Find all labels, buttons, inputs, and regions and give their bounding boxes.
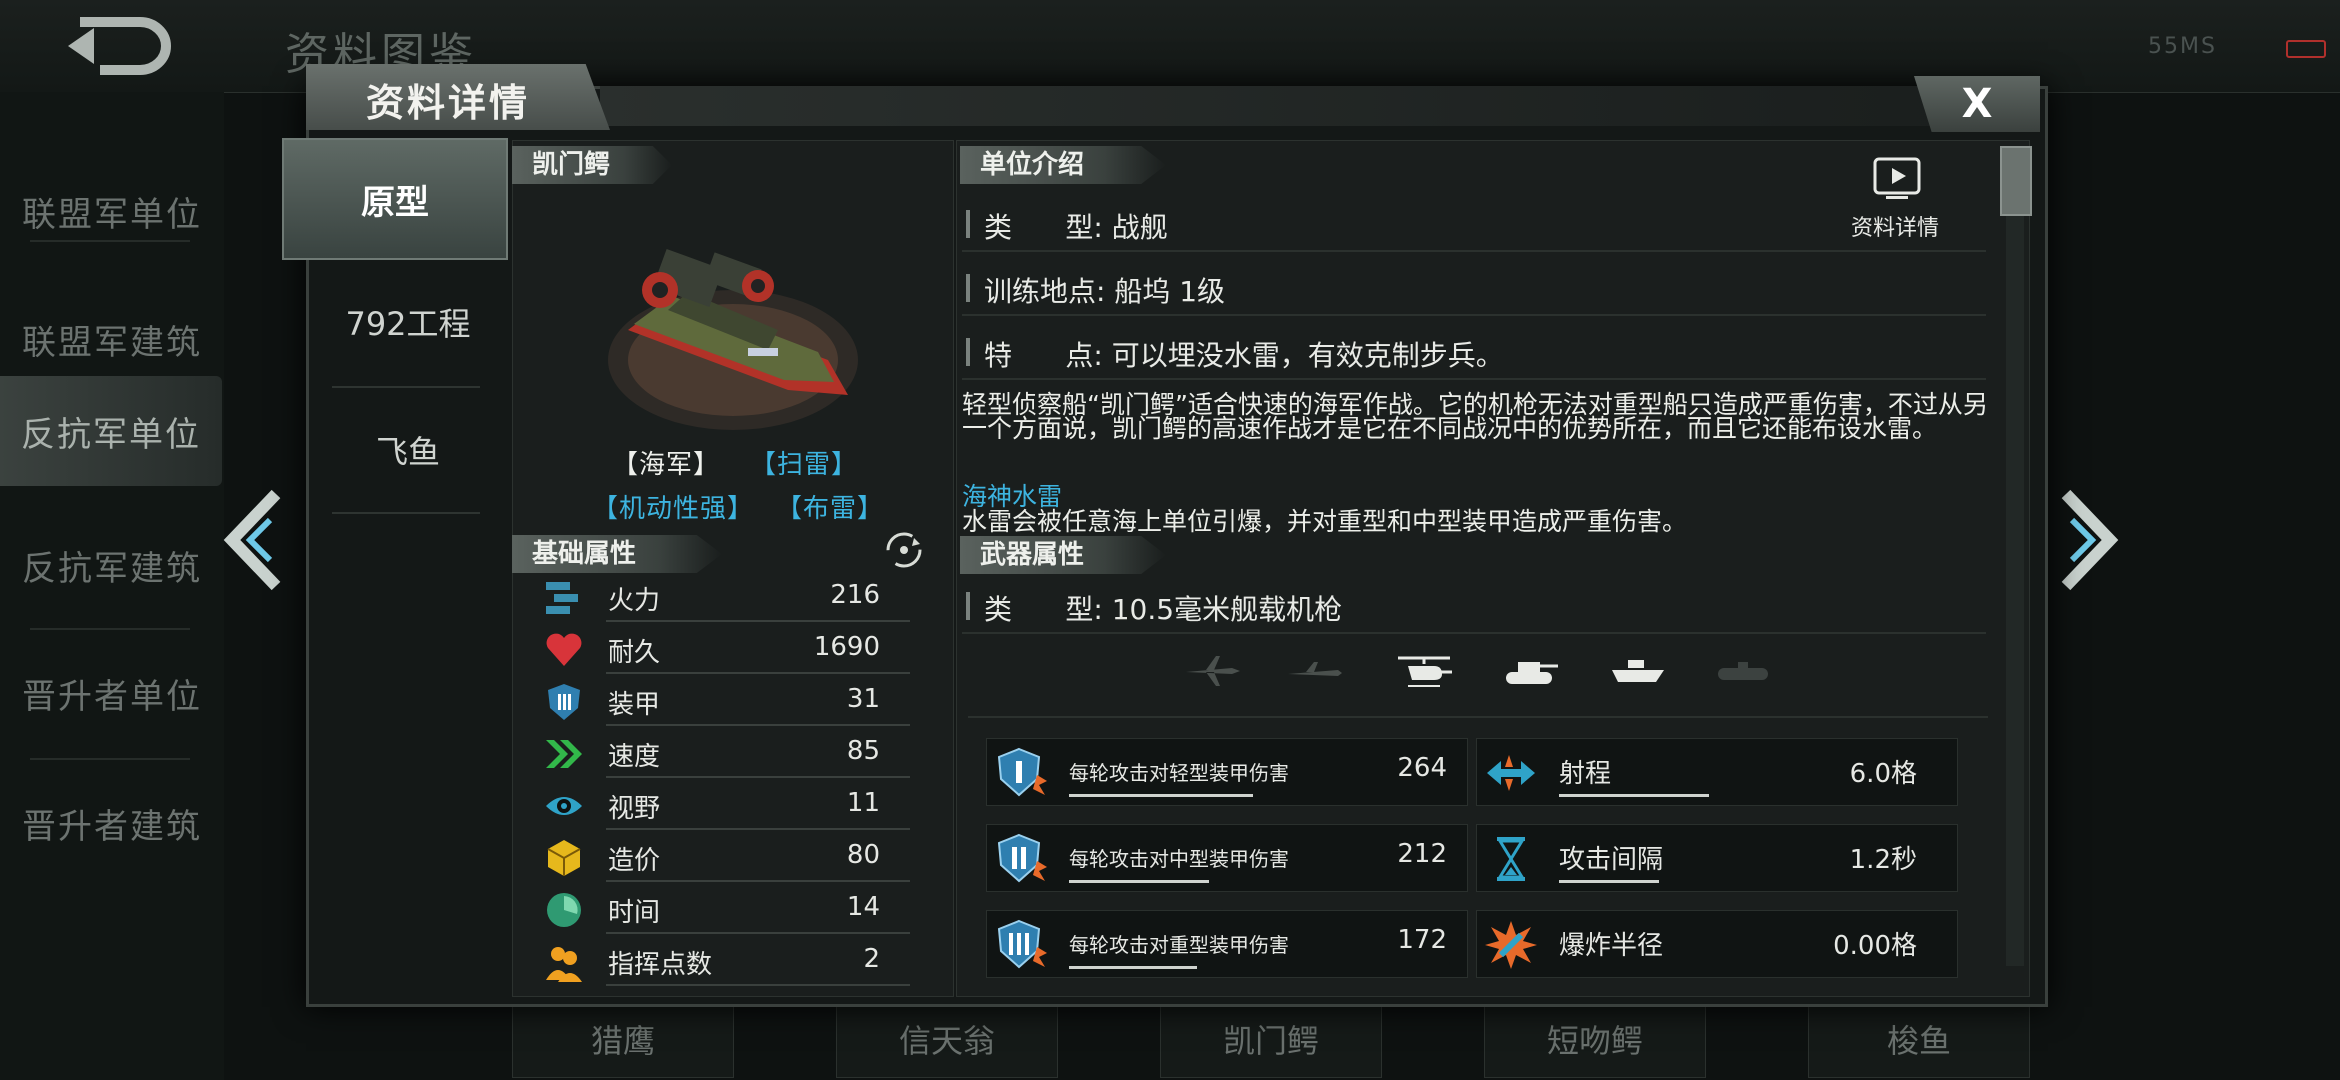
hourglass-icon bbox=[1497, 837, 1525, 881]
ship-image bbox=[608, 248, 858, 430]
submarine-icon bbox=[1718, 662, 1768, 680]
unit-tab-caiman[interactable]: 凯门鳄 bbox=[1160, 1000, 1382, 1078]
category-nav: 联盟军单位 联盟军建筑 反抗军单位 反抗军建筑 晋升者单位 晋升者建筑 bbox=[0, 92, 224, 1080]
nav-item-ascended-units[interactable]: 晋升者单位 bbox=[0, 638, 224, 748]
unit-tab-barracuda[interactable]: 梭鱼 bbox=[1808, 1000, 2030, 1078]
unit-tab-falcon[interactable]: 猎鹰 bbox=[512, 1000, 734, 1078]
plane-icon bbox=[1288, 662, 1342, 676]
unit-tabs: 猎鹰 信天翁 凯门鳄 短吻鳄 梭鱼 bbox=[500, 1000, 2200, 1080]
unit-tag: 【布雷】 bbox=[776, 494, 885, 524]
nav-item-resistance-units[interactable]: 反抗军单位 bbox=[0, 376, 222, 486]
damage-heavy-card: 每轮攻击对重型装甲伤害 172 bbox=[986, 910, 1468, 978]
intro-header: 单位介绍 bbox=[960, 146, 1166, 184]
variant-tab-prototype[interactable]: 原型 bbox=[282, 138, 508, 260]
close-button[interactable]: X bbox=[1914, 76, 2040, 132]
medium-armor-damage-icon bbox=[997, 833, 1047, 883]
scrollbar-thumb[interactable] bbox=[2000, 146, 2032, 216]
intro-train-row: 训练地点: 船坞 1级 bbox=[962, 256, 1986, 316]
jet-icon bbox=[1186, 656, 1240, 686]
stat-time: 时间 14 bbox=[540, 882, 910, 934]
heavy-armor-damage-icon bbox=[997, 919, 1047, 969]
eye-icon bbox=[546, 797, 582, 815]
heart-icon bbox=[546, 633, 582, 666]
blast-radius-card: 爆炸半径 0.00格 bbox=[1476, 910, 1958, 978]
scrollbar[interactable] bbox=[2006, 146, 2024, 966]
damage-medium-card: 每轮攻击对中型装甲伤害 212 bbox=[986, 824, 1468, 892]
unit-name: 凯门鳄 bbox=[512, 146, 672, 184]
variant-tab-flyingfish[interactable]: 飞鱼 bbox=[310, 400, 506, 500]
stat-durability: 耐久 1690 bbox=[540, 622, 910, 674]
weapon-header: 武器属性 bbox=[960, 536, 1166, 574]
nav-item-resistance-buildings[interactable]: 反抗军建筑 bbox=[0, 510, 224, 620]
unit-tag: 【海军】 bbox=[612, 450, 721, 480]
unit-description: 轻型侦察船“凯门鳄”适合快速的海军作战。它的机枪无法对重型船只造成严重伤害，不过… bbox=[962, 390, 1988, 443]
time-icon bbox=[547, 893, 581, 927]
base-stats-header: 基础属性 bbox=[512, 535, 722, 573]
stat-armor: 装甲 31 bbox=[540, 674, 910, 726]
unit-tab-alligator[interactable]: 短吻鳄 bbox=[1484, 1000, 1706, 1078]
prev-arrow-icon[interactable] bbox=[214, 480, 294, 600]
explosion-icon bbox=[1485, 921, 1537, 969]
mine-description: 水雷会被任意海上单位引爆，并对重型和中型装甲造成严重伤害。 bbox=[962, 507, 1688, 536]
variant-tab-792[interactable]: 792工程 bbox=[310, 272, 506, 372]
tank-icon[interactable] bbox=[1500, 652, 1560, 690]
stat-firepower: 火力 216 bbox=[540, 570, 910, 622]
firepower-icon bbox=[546, 582, 578, 614]
stat-cost: 造价 80 bbox=[540, 830, 910, 882]
damage-light-card: 每轮攻击对轻型装甲伤害 264 bbox=[986, 738, 1468, 806]
armor-icon bbox=[548, 684, 580, 720]
stat-vision: 视野 11 bbox=[540, 778, 910, 830]
weapon-type-row: 类 型: 10.5毫米舰载机枪 bbox=[962, 574, 1986, 634]
variant-list bbox=[310, 132, 506, 997]
stat-speed: 速度 85 bbox=[540, 726, 910, 778]
back-icon[interactable] bbox=[60, 12, 180, 78]
modal-title: 资料详情 bbox=[366, 81, 531, 125]
unit-tag: 【机动性强】 bbox=[592, 494, 755, 524]
stat-command-points: 指挥点数 2 bbox=[540, 934, 910, 986]
light-armor-damage-icon bbox=[997, 747, 1047, 797]
nav-item-alliance-units[interactable]: 联盟军单位 bbox=[0, 156, 224, 266]
ship-icon[interactable] bbox=[1608, 652, 1668, 690]
command-icon bbox=[546, 947, 582, 982]
range-card: 射程 6.0格 bbox=[1476, 738, 1958, 806]
battery-icon bbox=[2286, 40, 2326, 58]
nav-item-ascended-buildings[interactable]: 晋升者建筑 bbox=[0, 768, 224, 878]
unit-tab-albatross[interactable]: 信天翁 bbox=[836, 1000, 1058, 1078]
intro-feature-row: 特 点: 可以埋没水雷，有效克制步兵。 bbox=[962, 320, 1986, 380]
next-arrow-icon[interactable] bbox=[2048, 480, 2128, 600]
attack-interval-card: 攻击间隔 1.2秒 bbox=[1476, 824, 1958, 892]
cost-icon bbox=[547, 840, 581, 876]
helicopter-icon[interactable] bbox=[1394, 652, 1454, 690]
speed-icon bbox=[546, 740, 582, 768]
unit-tag: 【扫雷】 bbox=[750, 450, 859, 480]
status-carrier: 55MS bbox=[2148, 34, 2217, 59]
refresh-icon[interactable] bbox=[884, 530, 924, 570]
intro-type-row: 类 型: 战舰 bbox=[962, 192, 1986, 252]
range-icon bbox=[1487, 755, 1535, 791]
